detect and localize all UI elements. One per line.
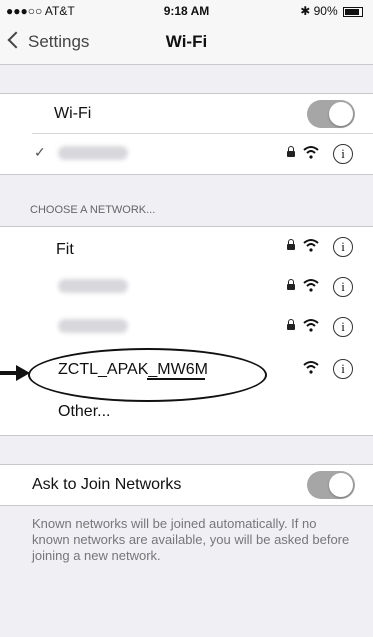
network-icons: i <box>277 275 357 299</box>
redacted-network-name <box>58 146 128 160</box>
info-icon[interactable]: i <box>333 144 353 164</box>
redacted-network-name <box>58 279 128 293</box>
network-icons: i <box>277 235 357 259</box>
network-name: Fit <box>56 241 74 258</box>
bluetooth-icon: ✱ <box>300 4 311 18</box>
info-icon[interactable]: i <box>333 359 353 379</box>
page-title: Wi-Fi <box>165 32 208 51</box>
wifi-icon <box>303 279 319 292</box>
info-icon[interactable]: i <box>333 277 353 297</box>
networks-group: Fit i i i ZCTL_APAK_MW6M i Other... <box>0 226 373 436</box>
info-icon[interactable]: i <box>333 237 353 257</box>
section-header: CHOOSE A NETWORK... <box>30 204 156 216</box>
checkmark-icon: ✓ <box>34 144 46 160</box>
ask-to-join-footer: Known networks will be joined automatica… <box>32 516 350 563</box>
network-icons: i <box>277 315 357 339</box>
wifi-icon <box>303 361 319 374</box>
network-row[interactable]: i <box>0 267 373 307</box>
highlight-underline <box>147 378 205 380</box>
battery-icon <box>343 6 363 17</box>
lock-icon <box>287 146 295 157</box>
wifi-icon <box>303 239 319 252</box>
network-icons: i <box>277 357 357 381</box>
info-icon[interactable]: i <box>333 317 353 337</box>
lock-icon <box>287 239 295 250</box>
wifi-toggle-row: Wi-Fi <box>0 94 373 134</box>
wifi-group: Wi-Fi ✓ i <box>0 93 373 175</box>
network-row[interactable]: Fit i <box>0 227 373 267</box>
navigation-bar: Settings Wi-Fi <box>0 20 373 65</box>
battery-percent: 90% <box>313 4 338 18</box>
wifi-icon <box>303 146 319 159</box>
toggle-knob <box>329 102 353 126</box>
lock-icon <box>287 319 295 330</box>
wifi-icon <box>303 319 319 332</box>
highlight-ellipse <box>28 348 267 402</box>
connected-network-row[interactable]: ✓ i <box>0 134 373 174</box>
other-network-label: Other... <box>58 403 111 420</box>
redacted-network-name <box>58 319 128 333</box>
network-row[interactable]: i <box>0 307 373 347</box>
toggle-knob <box>329 473 353 497</box>
network-icons: i <box>277 142 357 166</box>
ask-to-join-group: Ask to Join Networks <box>0 464 373 506</box>
lock-icon <box>287 279 295 290</box>
status-bar: ●●●○○ AT&T 9:18 AM ✱ 90% <box>0 0 373 20</box>
ask-to-join-toggle[interactable] <box>307 471 355 499</box>
ask-to-join-row: Ask to Join Networks <box>0 465 373 505</box>
arrow-icon <box>0 365 30 381</box>
battery-status: ✱ 90% <box>300 4 363 18</box>
ask-to-join-label: Ask to Join Networks <box>32 476 182 493</box>
wifi-toggle[interactable] <box>307 100 355 128</box>
wifi-label: Wi-Fi <box>54 105 92 122</box>
